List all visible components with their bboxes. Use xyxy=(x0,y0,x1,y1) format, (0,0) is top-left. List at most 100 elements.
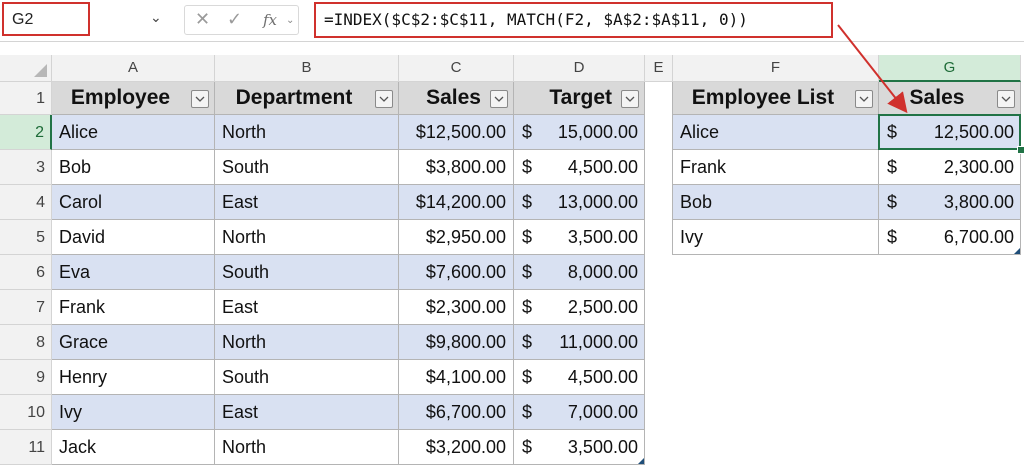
table-cell-target[interactable]: $13,000.00 xyxy=(514,185,645,220)
table-cell-target[interactable]: $8,000.00 xyxy=(514,255,645,290)
currency-symbol: $ xyxy=(522,437,533,457)
table-cell-sales[interactable]: $14,200.00 xyxy=(399,185,514,220)
table-cell-employee[interactable]: Frank xyxy=(52,290,215,325)
table-cell-employee-list[interactable]: Frank xyxy=(673,150,879,185)
row-header-4[interactable]: 4 xyxy=(0,185,52,220)
table-cell-department[interactable]: South xyxy=(215,150,399,185)
table-header-label: Employee List xyxy=(691,86,835,109)
target-amount: 3,500.00 xyxy=(567,437,638,457)
table-cell-sales[interactable]: $7,600.00 xyxy=(399,255,514,290)
table-cell-employee[interactable]: Jack xyxy=(52,430,215,465)
chevron-down-icon xyxy=(379,96,389,102)
table-cell-employee[interactable]: Henry xyxy=(52,360,215,395)
currency-symbol: $ xyxy=(522,192,533,212)
table-resize-handle[interactable] xyxy=(1014,248,1020,254)
table-cell-sales[interactable]: $6,700.00 xyxy=(399,395,514,430)
target-amount: 7,000.00 xyxy=(567,402,638,422)
currency-symbol: $ xyxy=(522,332,533,352)
row-header-1[interactable]: 1 xyxy=(0,82,52,115)
column-header-b[interactable]: B xyxy=(215,55,399,82)
sales-amount: 6,700.00 xyxy=(943,227,1014,247)
table-header-label: Sales xyxy=(909,86,965,109)
table-cell-employee[interactable]: Eva xyxy=(52,255,215,290)
table-cell-employee[interactable]: Grace xyxy=(52,325,215,360)
row-header-10[interactable]: 10 xyxy=(0,395,52,430)
sales-amount: 3,800.00 xyxy=(943,192,1014,212)
table-cell-department[interactable]: South xyxy=(215,255,399,290)
filter-dropdown-button[interactable] xyxy=(375,90,393,108)
table-cell-department[interactable]: East xyxy=(215,290,399,325)
target-amount: 8,000.00 xyxy=(567,262,638,282)
column-header-f[interactable]: F xyxy=(673,55,879,82)
table-cell-employee-list[interactable]: Alice xyxy=(673,115,879,150)
row-header-5[interactable]: 5 xyxy=(0,220,52,255)
table-cell-sales[interactable]: $2,300.00 xyxy=(399,290,514,325)
select-all-button[interactable] xyxy=(0,55,52,82)
table-resize-handle[interactable] xyxy=(638,458,644,464)
table-cell-target[interactable]: $11,000.00 xyxy=(514,325,645,360)
row-header-9[interactable]: 9 xyxy=(0,360,52,395)
sales-amount: 2,300.00 xyxy=(943,157,1014,177)
target-amount: 4,500.00 xyxy=(567,157,638,177)
table-cell-department[interactable]: North xyxy=(215,430,399,465)
table-cell-department[interactable]: East xyxy=(215,395,399,430)
filter-dropdown-button[interactable] xyxy=(997,90,1015,108)
column-header-d[interactable]: D xyxy=(514,55,645,82)
table-cell-lookup-sales[interactable]: $3,800.00 xyxy=(879,185,1021,220)
currency-symbol: $ xyxy=(522,122,533,142)
table-header-label: Department xyxy=(235,86,353,109)
table-cell-sales[interactable]: $3,200.00 xyxy=(399,430,514,465)
chevron-down-icon xyxy=(195,96,205,102)
table-cell-lookup-sales[interactable]: $2,300.00 xyxy=(879,150,1021,185)
table-cell-employee[interactable]: David xyxy=(52,220,215,255)
currency-symbol: $ xyxy=(522,157,533,177)
row-header-2[interactable]: 2 xyxy=(0,115,52,150)
row-header-7[interactable]: 7 xyxy=(0,290,52,325)
filter-dropdown-button[interactable] xyxy=(191,90,209,108)
table-cell-target[interactable]: $2,500.00 xyxy=(514,290,645,325)
currency-symbol: $ xyxy=(887,192,898,212)
fill-handle[interactable] xyxy=(1017,146,1024,154)
filter-dropdown-button[interactable] xyxy=(490,90,508,108)
table-cell-target[interactable]: $7,000.00 xyxy=(514,395,645,430)
table-header-label: Employee xyxy=(70,86,171,109)
table-cell-department[interactable]: North xyxy=(215,220,399,255)
row-header-6[interactable]: 6 xyxy=(0,255,52,290)
table-cell-target[interactable]: $4,500.00 xyxy=(514,150,645,185)
table-cell-employee-list[interactable]: Ivy xyxy=(673,220,879,255)
column-header-a[interactable]: A xyxy=(52,55,215,82)
table-cell-target[interactable]: $15,000.00 xyxy=(514,115,645,150)
column-header-c[interactable]: C xyxy=(399,55,514,82)
table-cell-lookup-sales[interactable]: $12,500.00 xyxy=(879,115,1021,150)
table-cell-employee[interactable]: Ivy xyxy=(52,395,215,430)
table-cell-target[interactable]: $4,500.00 xyxy=(514,360,645,395)
table-cell-employee[interactable]: Carol xyxy=(52,185,215,220)
table-cell-department[interactable]: North xyxy=(215,325,399,360)
table-cell-sales[interactable]: $2,950.00 xyxy=(399,220,514,255)
filter-dropdown-button[interactable] xyxy=(621,90,639,108)
table-cell-employee[interactable]: Bob xyxy=(52,150,215,185)
table-cell-department[interactable]: North xyxy=(215,115,399,150)
table-cell-sales[interactable]: $3,800.00 xyxy=(399,150,514,185)
table-header-label: Target xyxy=(549,86,612,109)
row-header-8[interactable]: 8 xyxy=(0,325,52,360)
table-cell-sales[interactable]: $4,100.00 xyxy=(399,360,514,395)
table-cell-sales[interactable]: $12,500.00 xyxy=(399,115,514,150)
table-cell-department[interactable]: East xyxy=(215,185,399,220)
table-cell-employee[interactable]: Alice xyxy=(52,115,215,150)
column-header-e[interactable]: E xyxy=(645,55,673,82)
table-cell-target[interactable]: $3,500.00 xyxy=(514,220,645,255)
table-left-border xyxy=(672,82,673,255)
table-header-cell: Target xyxy=(514,82,645,115)
column-header-g[interactable]: G xyxy=(879,55,1021,82)
table-cell-sales[interactable]: $9,800.00 xyxy=(399,325,514,360)
row-header-3[interactable]: 3 xyxy=(0,150,52,185)
table-cell-department[interactable]: South xyxy=(215,360,399,395)
filter-dropdown-button[interactable] xyxy=(855,90,873,108)
row-header-11[interactable]: 11 xyxy=(0,430,52,465)
target-amount: 11,000.00 xyxy=(559,332,638,352)
table-cell-employee-list[interactable]: Bob xyxy=(673,185,879,220)
table-cell-target[interactable]: $3,500.00 xyxy=(514,430,645,465)
table-cell-lookup-sales[interactable]: $6,700.00 xyxy=(879,220,1021,255)
currency-symbol: $ xyxy=(522,402,533,422)
